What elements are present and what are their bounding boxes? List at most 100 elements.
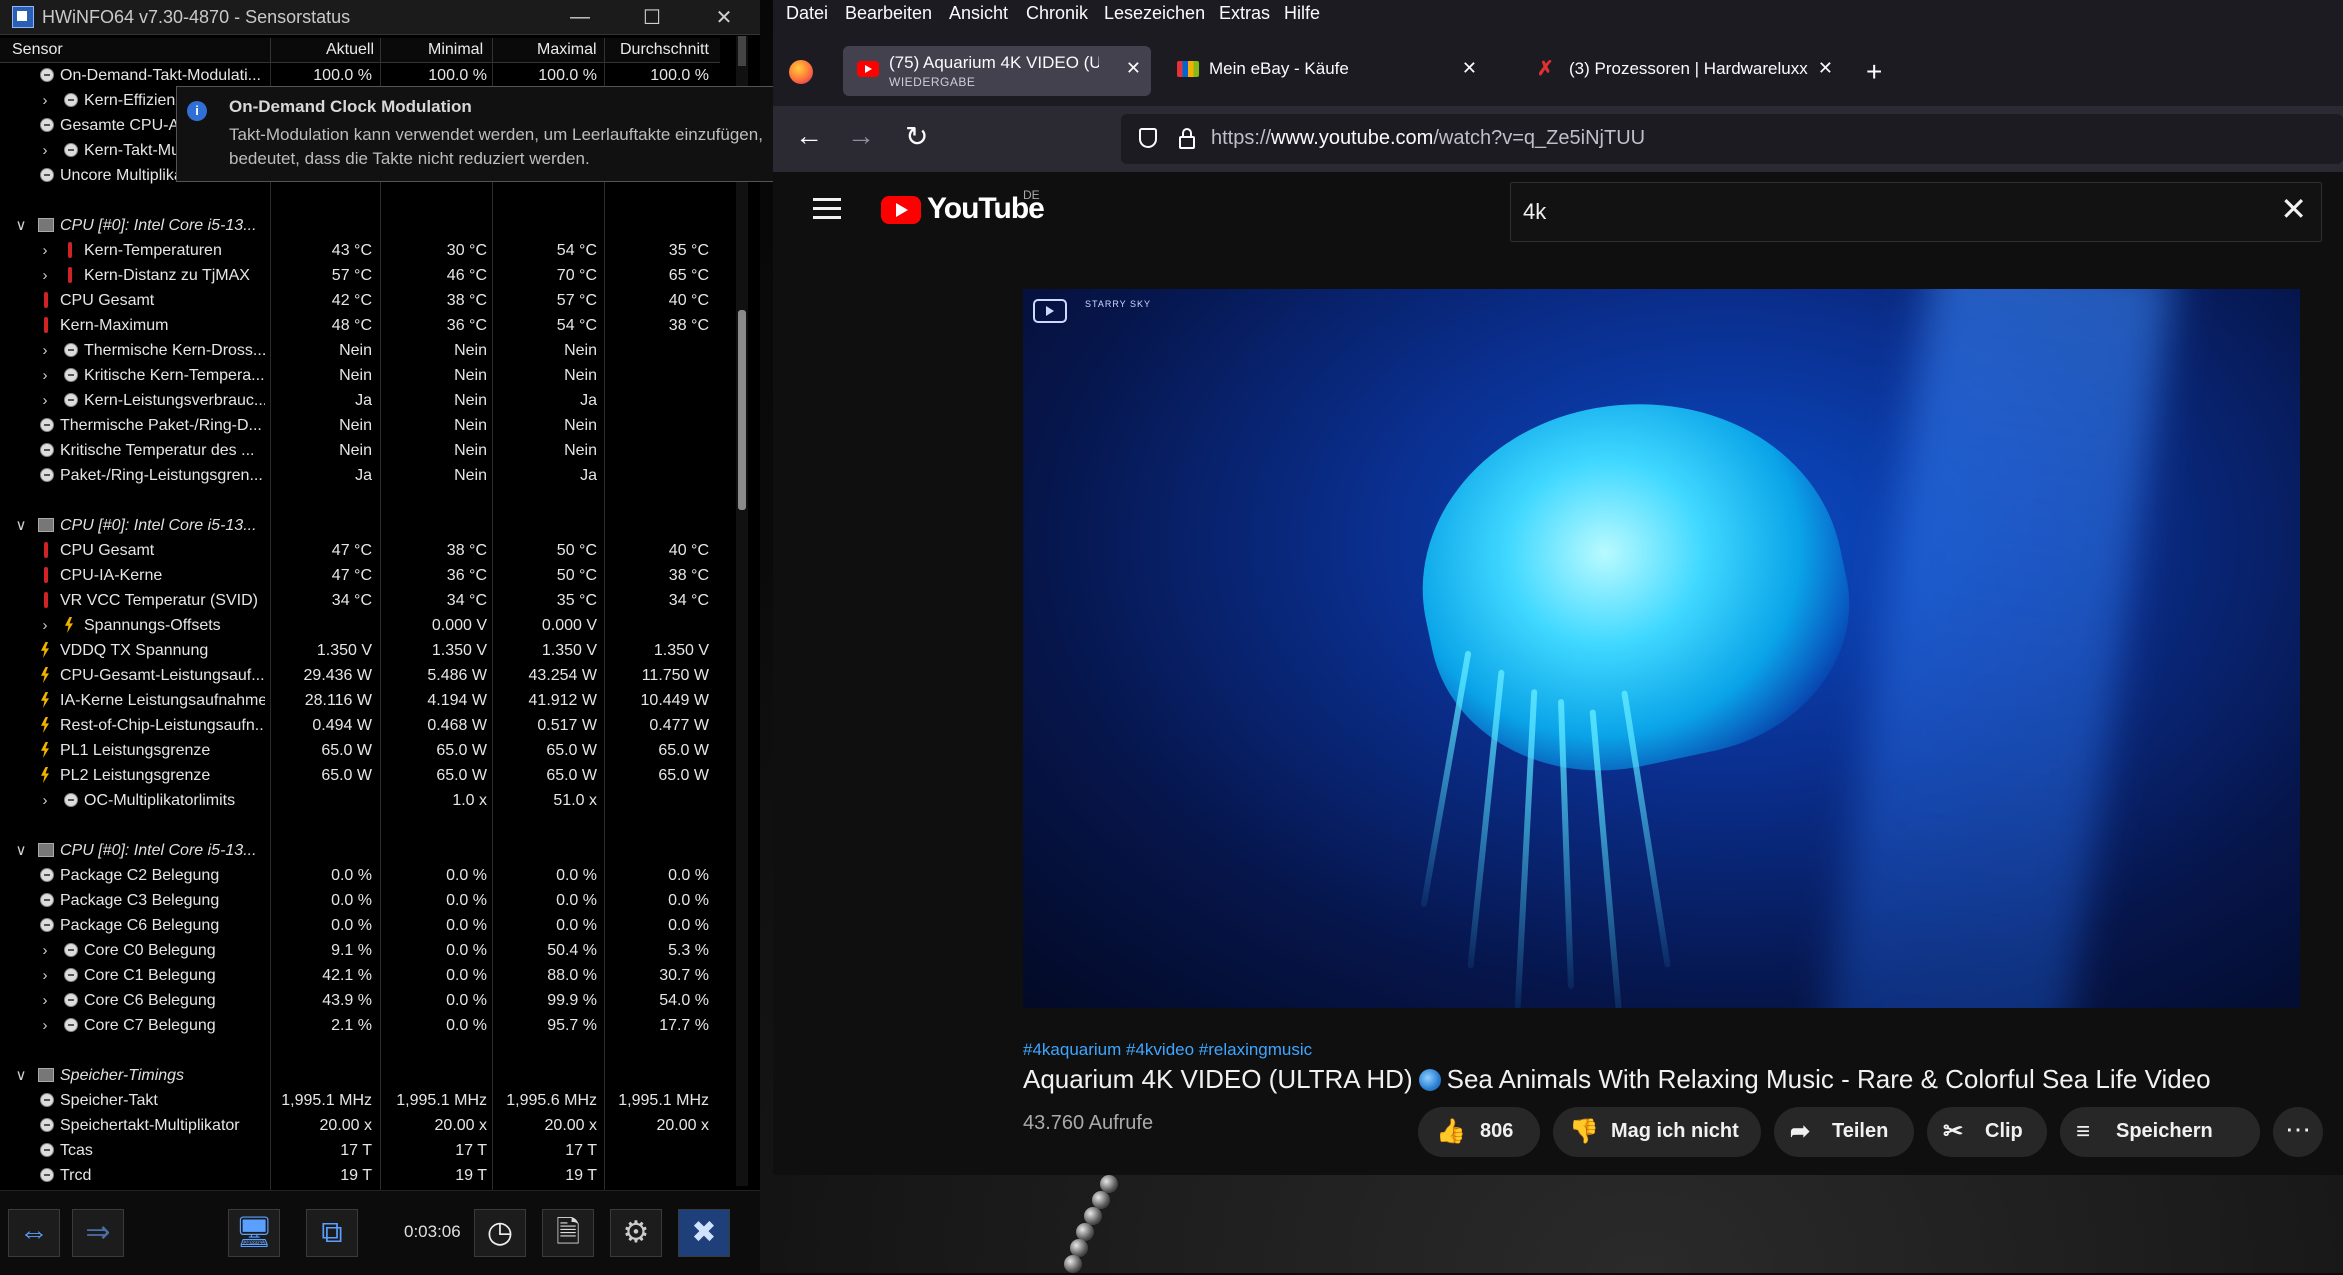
sensor-row[interactable]: Package C6 Belegung 0.0 % 0.0 % 0.0 % 0.0 % <box>0 913 720 938</box>
menu-item-bearbeiten[interactable]: Bearbeiten <box>845 3 932 24</box>
sensor-row[interactable]: On-Demand-Takt-Modulati... 100.0 % 100.0 %… <box>0 63 720 88</box>
sensor-row[interactable]: › Thermische Kern-Dross... Nein Nein Nein <box>0 338 720 363</box>
sensor-row[interactable]: IA-Kerne Leistungsaufnahme 28.116 W 4.194 … <box>0 688 720 713</box>
menu-item-chronik[interactable]: Chronik <box>1026 3 1088 24</box>
col-header-max[interactable]: Maximal <box>537 41 597 59</box>
back-arrow-icon[interactable]: ← <box>795 120 823 152</box>
sensor-group-row[interactable]: ∨ CPU [#0]: Intel Core i5-13... <box>0 838 720 863</box>
collapse-chevron-icon[interactable]: ∨ <box>14 838 28 863</box>
nav-arrows-button[interactable]: ⇔ <box>8 1209 60 1257</box>
col-header-sensor[interactable]: Sensor <box>12 41 63 59</box>
youtube-logo-icon[interactable] <box>881 196 921 224</box>
maximize-icon[interactable]: ☐ <box>616 5 688 30</box>
sensor-row[interactable]: Package C2 Belegung 0.0 % 0.0 % 0.0 % 0.0 % <box>0 863 720 888</box>
close-sensors-button[interactable]: ✖ <box>678 1209 730 1257</box>
sensor-row[interactable]: › Core C6 Belegung 43.9 % 0.0 % 99.9 % 54.0 % <box>0 988 720 1013</box>
sensor-row[interactable]: Trcd 19 T 19 T 19 T <box>0 1163 720 1188</box>
sensor-row[interactable]: › Core C7 Belegung 2.1 % 0.0 % 95.7 % 17.7 % <box>0 1013 720 1038</box>
sensor-row[interactable]: Tcas 17 T 17 T 17 T <box>0 1138 720 1163</box>
menu-item-datei[interactable]: Datei <box>786 3 828 24</box>
expand-chevron-icon[interactable]: › <box>38 613 52 638</box>
expand-chevron-icon[interactable]: › <box>38 88 52 113</box>
menu-item-hilfe[interactable]: Hilfe <box>1284 3 1320 24</box>
search-box[interactable]: 4k ✕ <box>1510 182 2322 242</box>
scrollbar-thumb[interactable] <box>738 310 746 510</box>
forward-arrow-icon[interactable]: → <box>847 120 875 152</box>
settings-button[interactable]: ⚙ <box>610 1209 662 1257</box>
firefox-logo-icon[interactable] <box>789 60 813 84</box>
menu-item-extras[interactable]: Extras <box>1219 3 1270 24</box>
sensor-group-row[interactable]: ∨ CPU [#0]: Intel Core i5-13... <box>0 213 720 238</box>
hwinfo-title-bar[interactable]: HWiNFO64 v7.30-4870 - Sensorstatus — ☐ ✕ <box>0 0 760 35</box>
sensor-row[interactable]: Package C3 Belegung 0.0 % 0.0 % 0.0 % 0.0 % <box>0 888 720 913</box>
sensor-row[interactable]: › Core C0 Belegung 9.1 % 0.0 % 50.4 % 5.3 % <box>0 938 720 963</box>
sensor-row[interactable]: PL1 Leistungsgrenze 65.0 W 65.0 W 65.0 W 65.… <box>0 738 720 763</box>
expand-chevron-icon[interactable]: › <box>38 263 52 288</box>
expand-chevron-icon[interactable]: › <box>38 138 52 163</box>
sensor-row[interactable]: Paket-/Ring-Leistungsgren... Ja Nein Ja <box>0 463 720 488</box>
col-header-min[interactable]: Minimal <box>428 41 483 59</box>
tab-close-icon[interactable]: ✕ <box>1126 58 1141 79</box>
sensor-row[interactable]: Rest-of-Chip-Leistungsaufn... 0.494 W 0.46… <box>0 713 720 738</box>
tab-ebay[interactable]: Mein eBay - Käufe ✕ <box>1163 46 1487 96</box>
url-bar[interactable]: https://www.youtube.com/watch?v=q_Ze5iNj… <box>1121 114 2343 164</box>
sensor-row[interactable]: › OC-Multiplikatorlimits 1.0 x 51.0 x <box>0 788 720 813</box>
sensor-row[interactable]: › Spannungs-Offsets 0.000 V 0.000 V <box>0 613 720 638</box>
sensor-row[interactable]: CPU-IA-Kerne 47 °C 36 °C 50 °C 38 °C <box>0 563 720 588</box>
sensor-row[interactable]: VDDQ TX Spannung 1.350 V 1.350 V 1.350 V 1.3… <box>0 638 720 663</box>
sensor-row[interactable]: Speichertakt-Multiplikator 20.00 x 20.00 x… <box>0 1113 720 1138</box>
network-button[interactable]: ⧉ <box>306 1209 358 1257</box>
log-button[interactable]: 🗎 <box>542 1209 594 1257</box>
sensor-row[interactable]: Thermische Paket-/Ring-D... Nein Nein Nein <box>0 413 720 438</box>
sensor-row[interactable]: CPU-Gesamt-Leistungsauf... 29.436 W 5.486 … <box>0 663 720 688</box>
expand-chevron-icon[interactable]: › <box>38 238 52 263</box>
collapse-arrows-button[interactable]: ⇒ <box>72 1209 124 1257</box>
tracking-shield-icon[interactable] <box>1139 128 1157 148</box>
dislike-button[interactable]: 👎 Mag ich nicht <box>1553 1107 1761 1157</box>
close-icon[interactable]: ✕ <box>688 5 760 30</box>
expand-chevron-icon[interactable]: › <box>38 788 52 813</box>
sensor-row[interactable]: Kern-Maximum 48 °C 36 °C 54 °C 38 °C <box>0 313 720 338</box>
clip-button[interactable]: ✂ Clip <box>1927 1107 2047 1157</box>
menu-item-ansicht[interactable]: Ansicht <box>949 3 1008 24</box>
minimize-icon[interactable]: — <box>544 6 616 29</box>
expand-chevron-icon[interactable]: › <box>38 338 52 363</box>
more-actions-icon[interactable]: ⋯ <box>2273 1107 2323 1157</box>
new-tab-plus-icon[interactable]: + <box>1866 56 1882 88</box>
video-player[interactable]: STARRY SKY <box>1023 289 2300 1008</box>
tab-youtube[interactable]: (75) Aquarium 4K VIDEO (ULTRA WIEDERGABE… <box>843 46 1151 96</box>
collapse-chevron-icon[interactable]: ∨ <box>14 513 28 538</box>
expand-chevron-icon[interactable]: › <box>38 938 52 963</box>
search-input[interactable]: 4k <box>1523 199 1546 225</box>
sensor-group-row[interactable]: ∨ Speicher-Timings <box>0 1063 720 1088</box>
menu-item-lesezeichen[interactable]: Lesezeichen <box>1104 3 1205 24</box>
clear-search-icon[interactable]: ✕ <box>2280 193 2307 225</box>
monitor-button[interactable]: 🖥 <box>228 1209 280 1257</box>
tab-close-icon[interactable]: ✕ <box>1818 58 1833 79</box>
expand-chevron-icon[interactable]: › <box>38 988 52 1013</box>
sensor-row[interactable]: › Kritische Kern-Tempera... Nein Nein Nein <box>0 363 720 388</box>
sensor-row[interactable]: Speicher-Takt 1,995.1 MHz 1,995.1 MHz 1,995… <box>0 1088 720 1113</box>
expand-chevron-icon[interactable]: › <box>38 388 52 413</box>
clock-button[interactable]: ◷ <box>474 1209 526 1257</box>
video-hashtags[interactable]: #4kaquarium #4kvideo #relaxingmusic <box>1023 1040 1312 1060</box>
sensor-row[interactable]: Kritische Temperatur des ... Nein Nein Nein <box>0 438 720 463</box>
tab-close-icon[interactable]: ✕ <box>1462 58 1477 79</box>
expand-chevron-icon[interactable]: › <box>38 363 52 388</box>
sensor-row[interactable]: › Kern-Temperaturen 43 °C 30 °C 54 °C 35 °C <box>0 238 720 263</box>
share-button[interactable]: ➦ Teilen <box>1774 1107 1914 1157</box>
sensor-row[interactable]: CPU Gesamt 42 °C 38 °C 57 °C 40 °C <box>0 288 720 313</box>
like-button[interactable]: 👍 806 <box>1418 1107 1540 1157</box>
collapse-chevron-icon[interactable]: ∨ <box>14 213 28 238</box>
expand-chevron-icon[interactable]: › <box>38 1013 52 1038</box>
sensor-row[interactable]: CPU Gesamt 47 °C 38 °C 50 °C 40 °C <box>0 538 720 563</box>
save-button[interactable]: ≡ Speichern <box>2060 1107 2260 1157</box>
tab-hardwareluxx[interactable]: ✗ (3) Prozessoren | Hardwareluxx ✕ <box>1523 46 1843 96</box>
lock-icon[interactable] <box>1179 128 1195 149</box>
sensor-row[interactable]: › Kern-Distanz zu TjMAX 57 °C 46 °C 70 °C 65 … <box>0 263 720 288</box>
sensor-group-row[interactable]: ∨ CPU [#0]: Intel Core i5-13... <box>0 513 720 538</box>
col-header-average[interactable]: Durchschnitt <box>620 41 709 59</box>
reload-icon[interactable]: ↻ <box>905 120 928 153</box>
sensor-row[interactable]: › Kern-Leistungsverbrauc... Ja Nein Ja <box>0 388 720 413</box>
url-text[interactable]: https://www.youtube.com/watch?v=q_Ze5iNj… <box>1211 127 1645 150</box>
